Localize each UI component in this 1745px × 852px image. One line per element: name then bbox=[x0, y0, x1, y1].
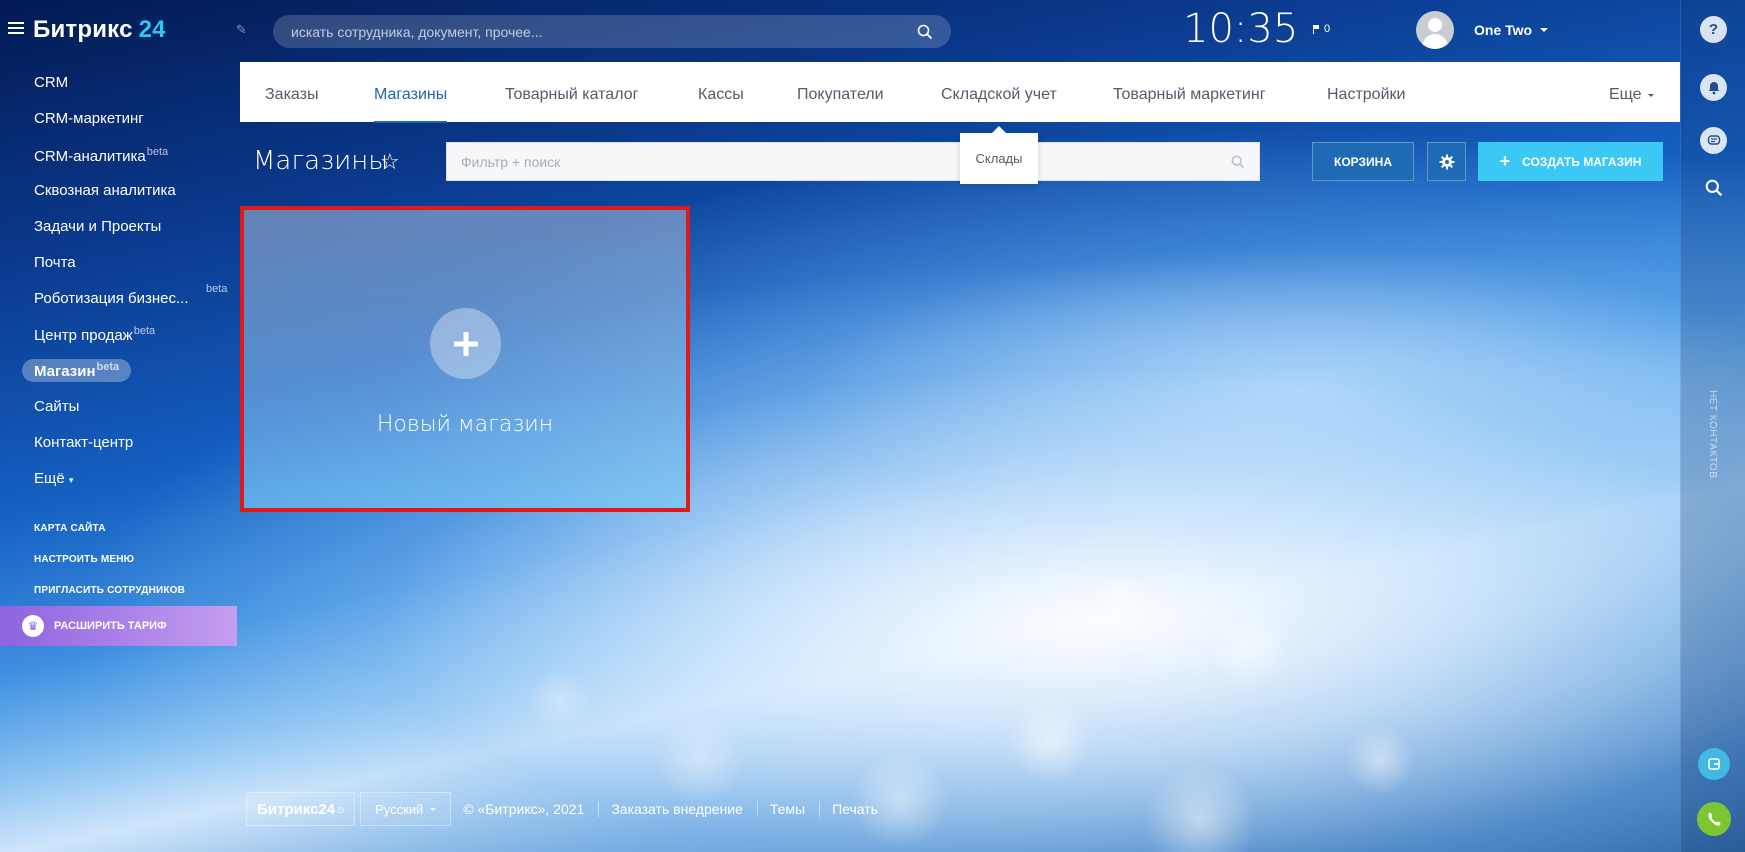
search-icon[interactable] bbox=[917, 24, 933, 40]
sidebar-item-crm-analytics[interactable]: CRM-аналитикаbeta bbox=[34, 146, 168, 165]
plus-icon[interactable] bbox=[430, 308, 501, 379]
search-icon[interactable] bbox=[1231, 155, 1245, 169]
sidebar-item-sales-center[interactable]: Центр продажbeta bbox=[34, 325, 155, 344]
open-lines-icon[interactable] bbox=[1698, 748, 1730, 780]
sidebar-item-crm-marketing[interactable]: CRM-маркетинг bbox=[34, 110, 144, 127]
chevron-down-icon: ▾ bbox=[68, 475, 74, 485]
invite-employees-link[interactable]: ПРИГЛАСИТЬ СОТРУДНИКОВ bbox=[34, 585, 185, 596]
sidebar-item-robotization[interactable]: Роботизация бизнес... beta bbox=[34, 283, 227, 307]
warehouses-popup[interactable]: Склады bbox=[960, 126, 1038, 184]
beta-badge: beta bbox=[133, 325, 156, 337]
tab-settings[interactable]: Настройки bbox=[1327, 86, 1405, 104]
beta-badge: beta bbox=[146, 146, 169, 158]
global-search[interactable] bbox=[273, 15, 951, 48]
divider bbox=[756, 801, 758, 817]
flag-icon bbox=[1313, 24, 1319, 34]
tab-inventory[interactable]: Складской учет bbox=[941, 86, 1057, 104]
beta-badge: beta bbox=[96, 361, 120, 373]
tabs-more-button[interactable]: Еще bbox=[1609, 86, 1654, 104]
crown-icon: ♛ bbox=[22, 615, 44, 637]
clock[interactable]: 10:35 bbox=[1183, 6, 1298, 52]
user-menu[interactable]: One Two bbox=[1416, 11, 1549, 49]
order-implementation-link[interactable]: Заказать внедрение bbox=[611, 801, 743, 817]
sidebar-item-tasks[interactable]: Задачи и Проекты bbox=[34, 218, 161, 235]
sidebar-item-sites[interactable]: Сайты bbox=[34, 398, 79, 415]
tab-stores[interactable]: Магазины bbox=[374, 86, 448, 123]
page-title: Магазины bbox=[253, 146, 389, 176]
tab-product-catalog[interactable]: Товарный каталог bbox=[505, 86, 638, 104]
filter-search[interactable] bbox=[446, 142, 1260, 181]
no-contacts-label: НЕТ КОНТАКТОВ bbox=[1707, 390, 1718, 479]
tab-orders[interactable]: Заказы bbox=[265, 86, 318, 104]
filter-search-input[interactable] bbox=[461, 153, 1231, 170]
gear-icon bbox=[1439, 154, 1454, 169]
phone-icon[interactable] bbox=[1697, 802, 1731, 836]
tab-product-marketing[interactable]: Товарный маркетинг bbox=[1113, 86, 1266, 104]
create-store-label: СОЗДАТЬ МАГАЗИН bbox=[1522, 154, 1642, 169]
plus-icon: + bbox=[1499, 151, 1511, 171]
configure-menu-link[interactable]: НАСТРОИТЬ МЕНЮ bbox=[34, 554, 134, 565]
print-link[interactable]: Печать bbox=[832, 801, 878, 817]
copyright: © «Битрикс», 2021 bbox=[463, 801, 585, 817]
footer: Битрикс24 ◷ Русский © «Битрикс», 2021 Зак… bbox=[246, 792, 878, 826]
create-store-button[interactable]: + СОЗДАТЬ МАГАЗИН bbox=[1478, 142, 1663, 181]
help-icon[interactable]: ? bbox=[1700, 16, 1727, 43]
new-store-label[interactable]: Новый магазин bbox=[244, 412, 686, 437]
warehouses-popup-label[interactable]: Склады bbox=[976, 151, 1023, 166]
settings-button[interactable] bbox=[1427, 142, 1466, 181]
app-logo[interactable]: Битрикс 24 bbox=[33, 16, 166, 44]
sidebar-item-mail[interactable]: Почта bbox=[34, 254, 76, 271]
sidebar-item-contact-center[interactable]: Контакт-центр bbox=[34, 434, 133, 451]
themes-link[interactable]: Темы bbox=[770, 801, 805, 817]
clock-icon: ◷ bbox=[337, 804, 345, 814]
new-store-card[interactable]: Новый магазин bbox=[240, 206, 690, 512]
top-header: Битрикс24 ✎ 10:35 0 One Two bbox=[0, 0, 1680, 62]
sitemap-link[interactable]: КАРТА САЙТА bbox=[34, 523, 106, 534]
global-search-input[interactable] bbox=[291, 23, 917, 40]
sidebar-item-more[interactable]: Ещё ▾ bbox=[34, 470, 73, 487]
chat-icon[interactable] bbox=[1700, 127, 1727, 154]
bell-icon[interactable] bbox=[1700, 74, 1727, 101]
footer-logo[interactable]: Битрикс24 ◷ bbox=[246, 792, 356, 826]
edit-pencil-icon[interactable]: ✎ bbox=[236, 22, 250, 37]
sidebar-item-end-to-end-analytics[interactable]: Сквозная аналитика bbox=[34, 182, 176, 199]
menu-burger-icon[interactable] bbox=[8, 22, 24, 36]
sidebar-item-crm[interactable]: CRM bbox=[34, 74, 68, 91]
upgrade-plan-label: РАСШИРИТЬ ТАРИФ bbox=[54, 620, 167, 632]
star-icon[interactable]: ☆ bbox=[380, 149, 400, 175]
search-icon[interactable] bbox=[1700, 174, 1727, 201]
tab-customers[interactable]: Покупатели bbox=[797, 86, 884, 104]
chevron-down-icon bbox=[430, 807, 437, 811]
upgrade-plan-button[interactable]: ♛ РАСШИРИТЬ ТАРИФ bbox=[0, 606, 237, 646]
user-name[interactable]: One Two bbox=[1474, 22, 1532, 38]
flag-counter[interactable]: 0 bbox=[1313, 23, 1330, 35]
flag-count: 0 bbox=[1324, 23, 1331, 35]
chevron-down-icon bbox=[1540, 28, 1549, 32]
divider bbox=[598, 801, 600, 817]
basket-button[interactable]: КОРЗИНА bbox=[1312, 142, 1414, 181]
beta-badge: beta bbox=[206, 283, 228, 295]
chevron-down-icon bbox=[1647, 93, 1654, 97]
sidebar-item-store[interactable]: Магазинbeta bbox=[22, 359, 132, 382]
avatar[interactable] bbox=[1416, 11, 1454, 49]
language-select[interactable]: Русский bbox=[360, 792, 452, 826]
section-tabs: Заказы Магазины Товарный каталог Кассы П… bbox=[240, 62, 1680, 123]
divider bbox=[819, 801, 821, 817]
tab-cash-registers[interactable]: Кассы bbox=[698, 86, 744, 104]
